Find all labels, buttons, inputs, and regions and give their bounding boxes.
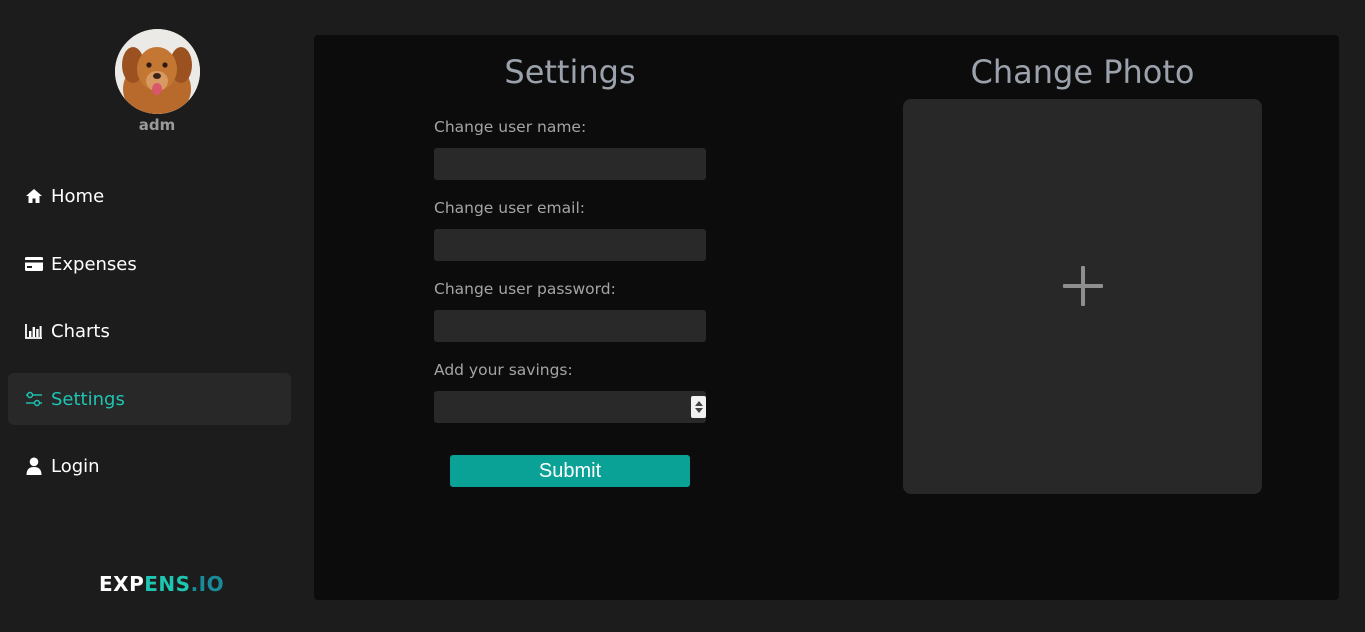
savings-input[interactable] [434,391,706,423]
sidebar-item-label: Login [51,455,100,477]
sidebar-item-charts[interactable]: Charts [8,305,291,357]
username-input[interactable] [434,148,706,180]
credit-card-icon [24,254,44,274]
email-label: Change user email: [434,199,585,217]
sidebar-item-home[interactable]: Home [8,170,291,222]
savings-label: Add your savings: [434,361,573,379]
sidebar-item-label: Home [51,185,105,207]
photo-upload-area[interactable] [903,99,1262,494]
sidebar-item-label: Charts [51,320,110,342]
username: adm [138,116,176,134]
bar-chart-icon [24,321,44,341]
chevron-up-icon[interactable] [694,401,703,406]
sidebar-item-label: Settings [51,388,125,410]
user-icon [24,456,44,476]
sidebar-item-login[interactable]: Login [8,440,291,492]
sidebar-item-settings[interactable]: Settings [8,373,291,425]
submit-button[interactable]: Submit [450,455,690,487]
sidebar-item-expenses[interactable]: Expenses [8,238,291,290]
plus-icon[interactable] [1062,265,1104,307]
email-input[interactable] [434,229,706,261]
username-label: Change user name: [434,118,587,136]
main-panel: Settings Change user name: Change user e… [314,35,1339,600]
brand-part: EXP [99,572,145,596]
brand-logo[interactable]: EXPENS.IO [99,572,224,596]
sliders-icon [24,389,44,409]
password-input[interactable] [434,310,706,342]
savings-stepper[interactable] [691,396,706,418]
sidebar: adm Home Expenses Charts Settings Login … [0,0,300,632]
settings-title: Settings [504,53,636,91]
change-photo-title: Change Photo [970,53,1195,91]
sidebar-item-label: Expenses [51,253,137,275]
brand-part: ENS [144,572,191,596]
avatar[interactable] [115,29,200,114]
home-icon [24,186,44,206]
chevron-down-icon[interactable] [694,408,703,413]
password-label: Change user password: [434,280,616,298]
brand-part: .IO [190,572,225,596]
dog-photo-icon [115,29,200,114]
